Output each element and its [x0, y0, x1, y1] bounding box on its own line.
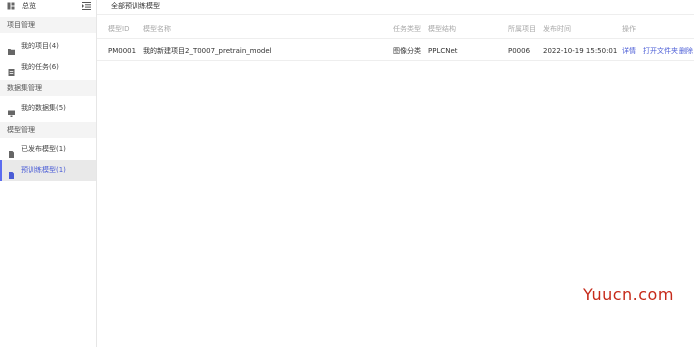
sidebar-group-model: 模型管理	[0, 122, 96, 138]
sidebar-item-my-projects[interactable]: 我的项目(4)	[0, 36, 96, 57]
collapse-menu-icon[interactable]	[82, 2, 91, 10]
details-link[interactable]: 详情	[622, 47, 636, 55]
sidebar-item-label: 已发布模型(1)	[21, 145, 66, 153]
sidebar-item-label: 预训练模型(1)	[21, 166, 66, 174]
column-header-model-structure: 模型结构	[428, 25, 456, 33]
monitor-icon	[8, 105, 15, 117]
sidebar: 总览 项目管理 我的项目(4) 我的任务(6) 数据集管理 我的数据集(5) 模…	[0, 0, 97, 347]
column-header-task-type: 任务类型	[393, 25, 421, 33]
cell-published-time: 2022-10-19 15:50:01	[543, 47, 618, 55]
tab-all-pretrained-models[interactable]: 全部预训练模型	[111, 2, 160, 11]
sidebar-item-overview[interactable]: 总览	[22, 2, 36, 10]
column-header-model-id: 模型ID	[108, 25, 130, 33]
sidebar-item-pretrained-models[interactable]: 预训练模型(1)	[0, 160, 96, 181]
sidebar-header: 总览	[0, 0, 97, 13]
sidebar-item-my-tasks[interactable]: 我的任务(6)	[0, 57, 96, 78]
task-icon	[8, 64, 15, 76]
cell-model-id: PM0001	[108, 47, 137, 55]
table-header: 模型ID 模型名称 任务类型 模型结构 所属项目 发布时间 操作	[97, 20, 694, 39]
watermark-text: Yuucn.com	[583, 285, 674, 304]
column-header-actions: 操作	[622, 25, 636, 33]
sidebar-item-label: 我的项目(4)	[21, 42, 59, 50]
cell-project: P0006	[508, 47, 531, 55]
open-folder-link[interactable]: 打开文件夹	[643, 47, 678, 55]
column-header-model-name: 模型名称	[143, 25, 171, 33]
cell-model-name: 我的新建项目2_T0007_pretrain_model	[143, 47, 272, 55]
home-icon[interactable]	[7, 2, 15, 10]
tab-divider	[97, 14, 694, 15]
delete-link[interactable]: 删除	[679, 47, 693, 55]
column-header-project: 所属项目	[508, 25, 536, 33]
cell-task-type: 图像分类	[393, 47, 421, 55]
sidebar-item-published-models[interactable]: 已发布模型(1)	[0, 139, 96, 160]
sidebar-item-label: 我的数据集(5)	[21, 104, 66, 112]
sidebar-item-label: 我的任务(6)	[21, 63, 59, 71]
file-icon	[8, 167, 15, 179]
table-row: PM0001 我的新建项目2_T0007_pretrain_model 图像分类…	[97, 42, 694, 61]
sidebar-item-my-datasets[interactable]: 我的数据集(5)	[0, 98, 96, 119]
sidebar-group-project: 项目管理	[0, 17, 96, 33]
column-header-published-time: 发布时间	[543, 25, 571, 33]
sidebar-group-dataset: 数据集管理	[0, 80, 96, 96]
cell-model-structure: PPLCNet	[428, 47, 458, 55]
file-icon	[8, 146, 15, 158]
folder-icon	[8, 43, 15, 55]
